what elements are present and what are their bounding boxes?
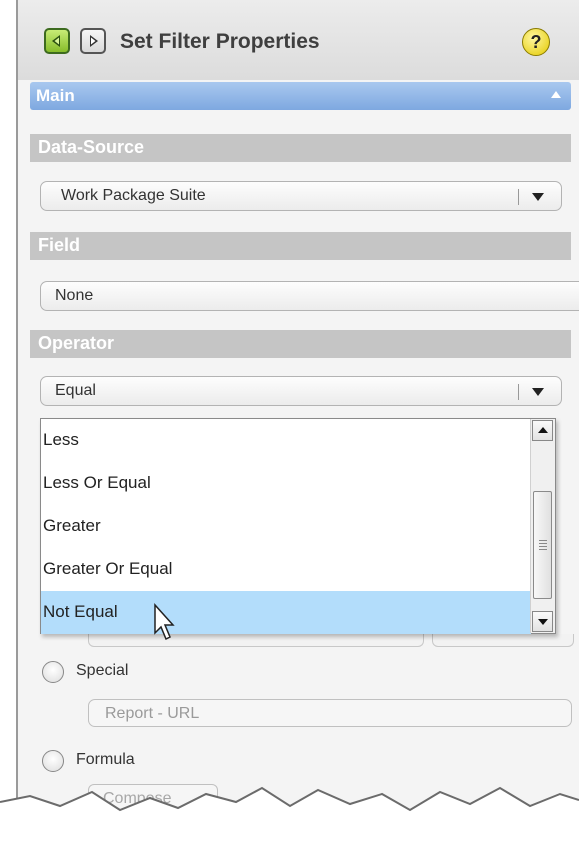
grip-line: [539, 546, 547, 547]
forward-button[interactable]: [80, 28, 106, 54]
operator-dropdown-list[interactable]: Less Less Or Equal Greater Greater Or Eq…: [40, 418, 556, 634]
select-separator: [518, 189, 519, 205]
operator-label: Operator: [38, 333, 115, 353]
scroll-thumb[interactable]: [533, 491, 552, 599]
grip-line: [539, 543, 547, 544]
dropdown-option[interactable]: Less: [41, 419, 531, 462]
grip-line: [539, 549, 547, 550]
dialog-frame: Set Filter Properties ? Main Data-Source…: [0, 0, 579, 849]
option-label: Less Or Equal: [43, 473, 151, 492]
operator-select[interactable]: Equal: [40, 376, 562, 406]
operator-header: Operator: [30, 330, 571, 358]
arrow-up-icon: [538, 427, 548, 433]
option-label: Greater: [43, 516, 101, 535]
chevron-down-icon[interactable]: [532, 388, 544, 396]
help-icon: ?: [530, 31, 542, 52]
value-field[interactable]: [88, 634, 424, 647]
data-source-header: Data-Source: [30, 134, 571, 162]
formula-radio[interactable]: [42, 750, 64, 772]
torn-edge: [0, 786, 579, 849]
dropdown-scrollbar[interactable]: [530, 419, 555, 633]
main-section-header[interactable]: Main: [30, 82, 571, 110]
arrow-down-icon: [538, 619, 548, 625]
data-source-label: Data-Source: [38, 137, 145, 157]
arrow-right-icon: [90, 35, 98, 47]
formula-label: Formula: [76, 751, 135, 768]
arrow-left-icon: [52, 35, 60, 47]
field-select[interactable]: None: [40, 281, 579, 311]
value-field-secondary[interactable]: [432, 634, 574, 647]
option-label: Greater Or Equal: [43, 559, 173, 578]
field-value: None: [55, 287, 94, 304]
chevron-down-icon[interactable]: [532, 193, 544, 201]
field-label: Field: [38, 235, 81, 255]
operator-value: Equal: [55, 382, 96, 399]
back-button[interactable]: [44, 28, 70, 54]
scroll-up-button[interactable]: [532, 420, 553, 441]
special-label: Special: [76, 662, 129, 679]
collapse-icon: [551, 91, 561, 98]
grip-line: [539, 540, 547, 541]
select-separator: [518, 384, 519, 400]
data-source-select[interactable]: Work Package Suite: [40, 181, 562, 211]
mouse-pointer-icon: [154, 603, 175, 641]
dropdown-option-highlighted[interactable]: Not Equal: [41, 591, 531, 634]
dialog-title: Set Filter Properties: [120, 30, 320, 53]
special-select[interactable]: Report - URL: [88, 699, 572, 727]
option-label: Not Equal: [43, 602, 118, 621]
field-header: Field: [30, 232, 571, 260]
option-label: Less: [43, 430, 79, 449]
dropdown-option[interactable]: Greater: [41, 505, 531, 548]
special-value: Report - URL: [105, 705, 200, 722]
main-section-label: Main: [36, 86, 75, 105]
dropdown-option[interactable]: Greater Or Equal: [41, 548, 531, 591]
special-radio[interactable]: [42, 661, 64, 683]
data-source-value: Work Package Suite: [61, 187, 206, 204]
scroll-down-button[interactable]: [532, 611, 553, 632]
help-button[interactable]: ?: [522, 28, 550, 56]
dropdown-option[interactable]: Less Or Equal: [41, 462, 531, 505]
